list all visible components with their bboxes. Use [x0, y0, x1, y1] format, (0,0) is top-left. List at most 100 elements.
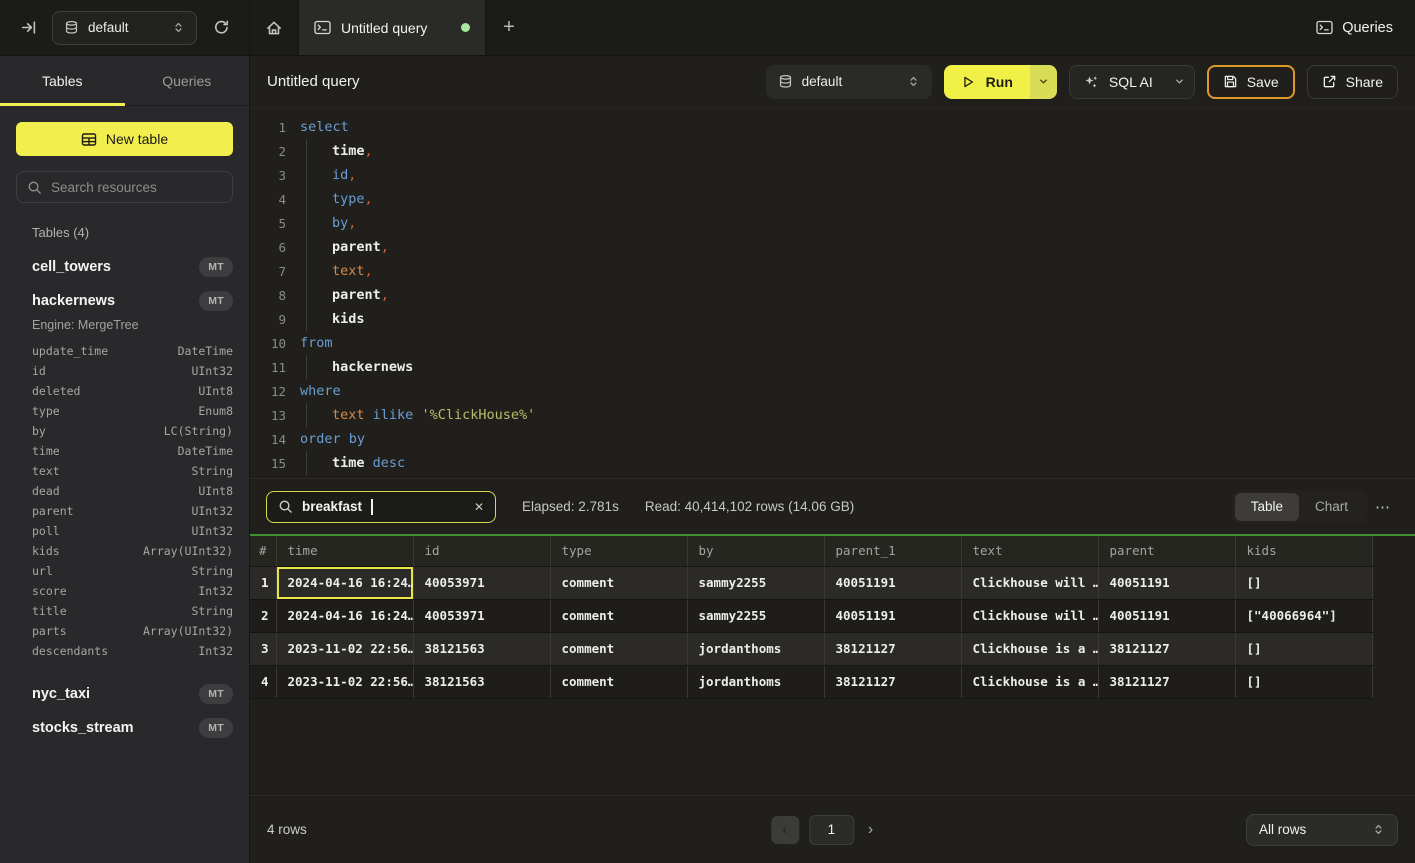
new-table-button[interactable]: New table — [16, 122, 233, 156]
sql-ai-options-button[interactable] — [1166, 66, 1194, 98]
column-row[interactable]: titleString — [16, 601, 233, 621]
query-database-selector[interactable]: default — [766, 65, 932, 99]
table-cell[interactable]: 38121127 — [1098, 665, 1235, 698]
row-number-cell[interactable]: 1 — [250, 566, 276, 599]
table-cell[interactable]: Clickhouse is a … — [961, 632, 1098, 665]
column-header[interactable]: parent_1 — [824, 536, 961, 566]
column-row[interactable]: textString — [16, 461, 233, 481]
table-cell[interactable]: jordanthoms — [687, 665, 824, 698]
table-cell[interactable]: comment — [550, 665, 687, 698]
code-line[interactable]: 15time desc — [250, 451, 1415, 475]
tab-untitled-query[interactable]: Untitled query — [298, 0, 486, 55]
save-button[interactable]: Save — [1207, 65, 1295, 99]
table-cell[interactable]: comment — [550, 599, 687, 632]
more-options-button[interactable]: ⋯ — [1367, 498, 1399, 516]
code-line[interactable]: 2time, — [250, 139, 1415, 163]
column-row[interactable]: kidsArray(UInt32) — [16, 541, 233, 561]
table-cell[interactable]: 2023-11-02 22:56… — [276, 665, 413, 698]
new-tab-button[interactable]: + — [486, 0, 532, 55]
next-page-button[interactable]: › — [864, 821, 877, 839]
view-toggle-chart[interactable]: Chart — [1299, 493, 1364, 521]
table-cell[interactable]: 2024-04-16 16:24… — [276, 566, 413, 599]
code-line[interactable]: 8parent, — [250, 283, 1415, 307]
column-header[interactable]: time — [276, 536, 413, 566]
table-cell[interactable]: jordanthoms — [687, 632, 824, 665]
code-line[interactable]: 10from — [250, 331, 1415, 355]
code-line[interactable]: 14order by — [250, 427, 1415, 451]
table-cell[interactable]: 2023-11-02 22:56… — [276, 632, 413, 665]
queries-button[interactable]: Queries — [1316, 20, 1393, 36]
table-cell[interactable]: comment — [550, 632, 687, 665]
current-page[interactable]: 1 — [809, 815, 854, 845]
table-cell[interactable]: 38121127 — [824, 632, 961, 665]
code-line[interactable]: 11hackernews — [250, 355, 1415, 379]
table-cell[interactable]: Clickhouse will … — [961, 599, 1098, 632]
column-header[interactable]: by — [687, 536, 824, 566]
table-cell[interactable]: ["40066964"] — [1235, 599, 1372, 632]
sidebar-tab-tables[interactable]: Tables — [0, 56, 125, 105]
code-line[interactable]: 9kids — [250, 307, 1415, 331]
sidebar-item-hackernews[interactable]: hackernews MT — [16, 284, 233, 317]
column-row[interactable]: timeDateTime — [16, 441, 233, 461]
run-options-button[interactable] — [1030, 65, 1057, 99]
table-cell[interactable]: 40051191 — [1098, 566, 1235, 599]
sidebar-item-cell-towers[interactable]: cell_towers MT — [16, 250, 233, 283]
code-line[interactable]: 4type, — [250, 187, 1415, 211]
home-button[interactable] — [250, 0, 298, 55]
table-cell[interactable]: comment — [550, 566, 687, 599]
code-line[interactable]: 1select — [250, 115, 1415, 139]
table-cell[interactable]: 40051191 — [824, 566, 961, 599]
table-cell[interactable]: [] — [1235, 632, 1372, 665]
column-row[interactable]: scoreInt32 — [16, 581, 233, 601]
column-header[interactable]: type — [550, 536, 687, 566]
column-header[interactable]: parent — [1098, 536, 1235, 566]
column-row[interactable]: pollUInt32 — [16, 521, 233, 541]
column-row[interactable]: typeEnum8 — [16, 401, 233, 421]
results-search-box[interactable]: breakfast ✕ — [266, 491, 496, 523]
clear-search-button[interactable]: ✕ — [474, 500, 484, 514]
collapse-sidebar-button[interactable] — [14, 14, 42, 42]
sql-ai-button[interactable]: SQL AI — [1070, 74, 1166, 90]
table-cell[interactable]: 38121127 — [824, 665, 961, 698]
table-cell[interactable]: 40053971 — [413, 599, 550, 632]
column-row[interactable]: byLC(String) — [16, 421, 233, 441]
table-cell[interactable]: 40051191 — [1098, 599, 1235, 632]
run-button[interactable]: Run — [944, 65, 1030, 99]
table-cell[interactable]: Clickhouse will … — [961, 566, 1098, 599]
column-row[interactable]: update_timeDateTime — [16, 341, 233, 361]
column-header[interactable]: kids — [1235, 536, 1372, 566]
table-cell[interactable]: sammy2255 — [687, 566, 824, 599]
table-cell[interactable]: 40053971 — [413, 566, 550, 599]
row-number-cell[interactable]: 4 — [250, 665, 276, 698]
table-cell[interactable]: sammy2255 — [687, 599, 824, 632]
column-row[interactable]: parentUInt32 — [16, 501, 233, 521]
code-line[interactable]: 13text ilike '%ClickHouse%' — [250, 403, 1415, 427]
row-number-cell[interactable]: 2 — [250, 599, 276, 632]
row-number-cell[interactable]: 3 — [250, 632, 276, 665]
refresh-button[interactable] — [207, 14, 235, 42]
column-row[interactable]: urlString — [16, 561, 233, 581]
sidebar-search-input[interactable] — [51, 180, 222, 195]
column-header[interactable]: text — [961, 536, 1098, 566]
previous-page-button[interactable]: ‹ — [771, 816, 799, 844]
column-row[interactable]: deletedUInt8 — [16, 381, 233, 401]
table-cell[interactable]: 38121563 — [413, 632, 550, 665]
sidebar-tab-queries[interactable]: Queries — [125, 56, 250, 105]
page-size-selector[interactable]: All rows — [1246, 814, 1398, 846]
table-cell[interactable]: [] — [1235, 665, 1372, 698]
column-row[interactable]: deadUInt8 — [16, 481, 233, 501]
code-line[interactable]: 5by, — [250, 211, 1415, 235]
column-header[interactable]: id — [413, 536, 550, 566]
share-button[interactable]: Share — [1307, 65, 1398, 99]
table-cell[interactable]: [] — [1235, 566, 1372, 599]
code-line[interactable]: 12where — [250, 379, 1415, 403]
table-cell[interactable]: 2024-04-16 16:24… — [276, 599, 413, 632]
sql-editor[interactable]: 1select2time,3id,4type,5by,6parent,7text… — [250, 108, 1415, 478]
view-toggle-table[interactable]: Table — [1235, 493, 1299, 521]
database-selector[interactable]: default — [52, 11, 197, 45]
column-row[interactable]: descendantsInt32 — [16, 641, 233, 661]
code-line[interactable]: 6parent, — [250, 235, 1415, 259]
table-cell[interactable]: 38121127 — [1098, 632, 1235, 665]
column-row[interactable]: partsArray(UInt32) — [16, 621, 233, 641]
column-row[interactable]: idUInt32 — [16, 361, 233, 381]
